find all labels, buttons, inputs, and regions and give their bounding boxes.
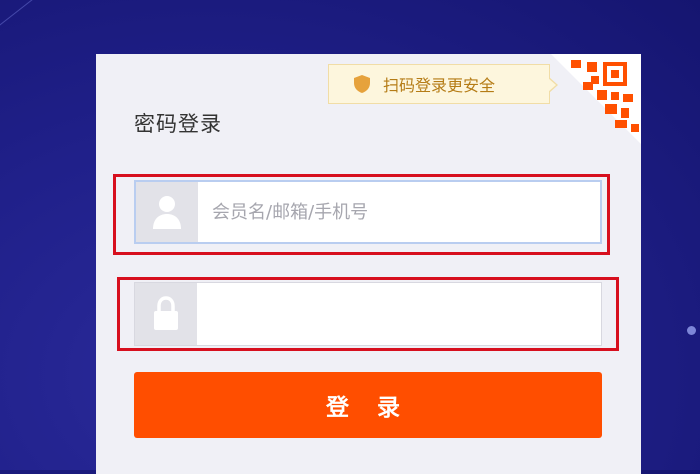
password-input[interactable] — [197, 283, 601, 345]
username-input[interactable] — [198, 182, 600, 242]
login-button[interactable]: 登 录 — [134, 372, 602, 438]
lock-icon — [135, 283, 197, 345]
login-panel: 密码登录 扫码登录更安全 会员名/邮箱/手机号 登 录 — [96, 54, 641, 474]
login-title: 密码登录 — [134, 112, 222, 136]
qr-tip-text: 扫码登录更安全 — [383, 76, 496, 95]
shield-icon — [354, 75, 370, 93]
user-icon — [136, 182, 198, 242]
background-line — [0, 0, 107, 41]
qr-login-tip[interactable]: 扫码登录更安全 — [328, 64, 558, 104]
username-field[interactable] — [134, 180, 602, 244]
background-dot — [687, 326, 696, 335]
qr-code-icon[interactable] — [551, 54, 641, 144]
password-field[interactable] — [134, 282, 602, 346]
